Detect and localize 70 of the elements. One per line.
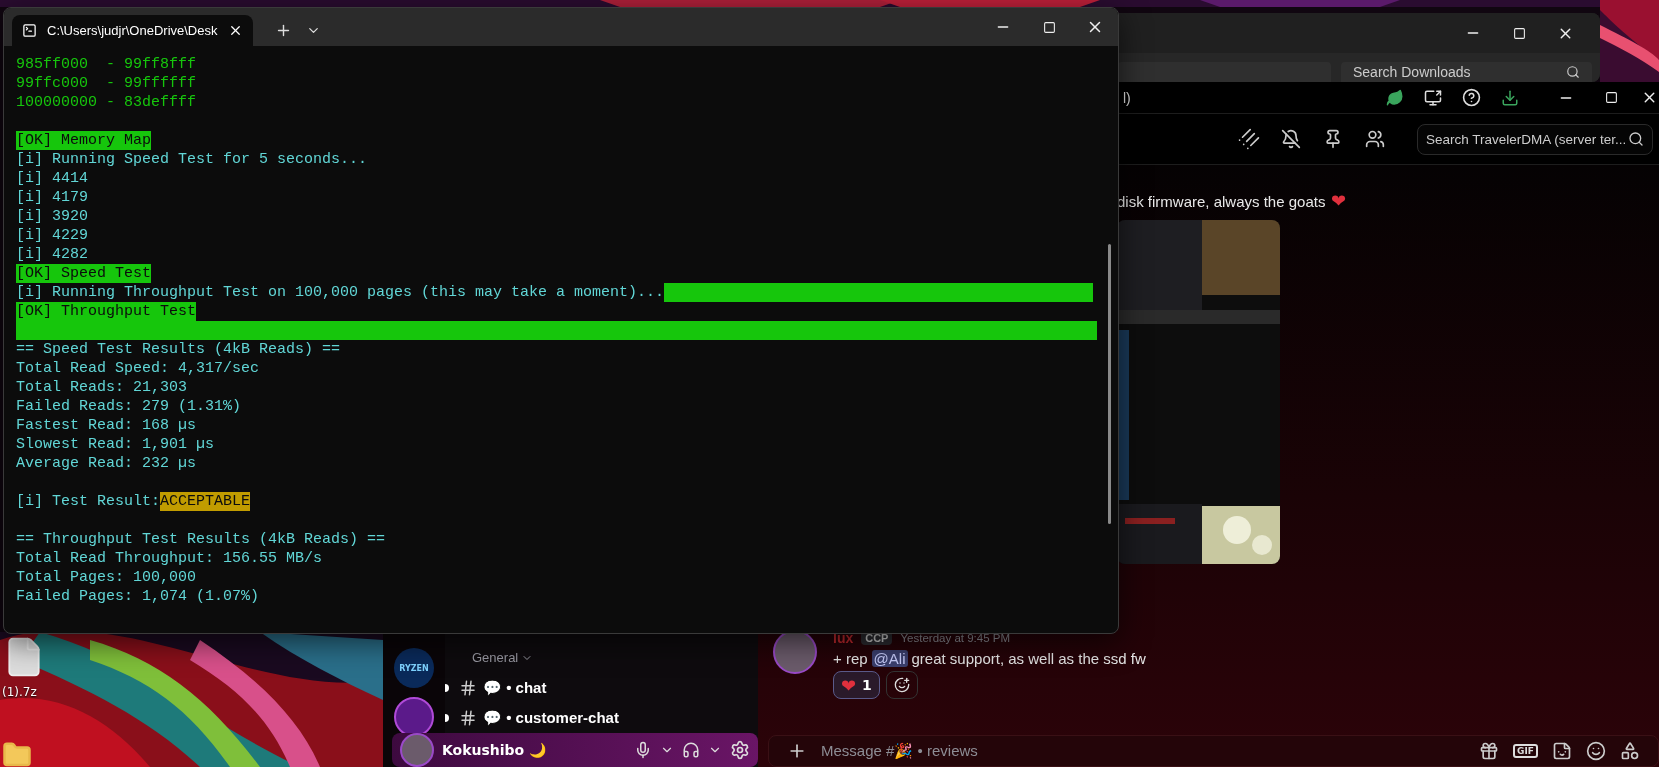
timestamp: Yesterday at 9:45 PM xyxy=(900,632,1010,644)
reaction-button[interactable]: ❤ 1 xyxy=(833,671,880,699)
search-field[interactable]: Search Downloads xyxy=(1341,62,1592,82)
hash-icon xyxy=(459,679,477,697)
terminal-line: Total Read Speed: 4,317/sec xyxy=(16,359,260,378)
search-field[interactable]: Search TravelerDMA (server ter... xyxy=(1417,123,1653,155)
microphone-icon[interactable] xyxy=(634,741,652,759)
settings-icon[interactable] xyxy=(730,740,750,760)
terminal-line: 100000000 - 83deffff xyxy=(16,93,197,112)
terminal-line: [i] 3920 xyxy=(16,207,88,226)
maximize-icon[interactable] xyxy=(1512,26,1526,40)
avatar[interactable] xyxy=(400,733,434,767)
gift-icon[interactable] xyxy=(1479,741,1500,761)
terminal-line: 99ffc000 - 99ffffff xyxy=(16,74,197,93)
hash-icon xyxy=(459,709,477,727)
terminal-line: 985ff000 - 99ff8fff xyxy=(16,55,197,74)
terminal-line: [i] Test Result: xyxy=(16,492,161,511)
terminal-line: Fastest Read: 168 µs xyxy=(16,416,197,435)
terminal-line: == Throughput Test Results (4kB Reads) == xyxy=(16,530,386,549)
terminal-line: [i] Running Throughput Test on 100,000 pages (this may take a moment)... xyxy=(16,283,665,302)
message-field[interactable]: Message #🎉 • reviews GIF xyxy=(768,735,1659,767)
terminal-line: Total Reads: 21,303 xyxy=(16,378,188,397)
terminal-icon xyxy=(22,23,37,38)
headphones-icon[interactable] xyxy=(682,741,700,759)
search-icon xyxy=(1566,65,1580,79)
server-icon[interactable]: RYZEN xyxy=(394,648,434,688)
terminal-line: == Speed Test Results (4kB Reads) == xyxy=(16,340,341,359)
emoji-icon[interactable] xyxy=(1586,741,1606,761)
folder-icon[interactable] xyxy=(2,740,32,767)
help-icon[interactable] xyxy=(1462,88,1481,107)
leaf-icon[interactable] xyxy=(1386,88,1404,107)
window-title: l) xyxy=(1123,89,1131,106)
search-icon xyxy=(1628,131,1644,147)
desktop-label: (1).7z xyxy=(2,685,37,699)
terminal-line: Slowest Read: 1,901 µs xyxy=(16,435,215,454)
gif-button[interactable]: GIF xyxy=(1513,744,1538,758)
message-text: great support, as well as the ssd fw xyxy=(911,650,1146,667)
terminal-line: [i] 4229 xyxy=(16,226,88,245)
status-label: [OK] Memory Map xyxy=(16,131,152,150)
category-label[interactable]: General xyxy=(472,650,758,665)
bell-off-icon[interactable] xyxy=(1281,129,1301,149)
message-text: + rep xyxy=(833,650,868,667)
terminal-tab[interactable]: C:\Users\judjr\OneDrive\Desk xyxy=(12,15,253,46)
members-icon[interactable] xyxy=(1365,129,1385,149)
result-badge: ACCEPTABLE xyxy=(160,492,251,511)
terminal-line: Average Read: 232 µs xyxy=(16,454,197,473)
terminal-line: Total Pages: 100,000 xyxy=(16,568,197,587)
user-name[interactable]: Kokushibo 🌙 xyxy=(442,742,626,758)
terminal-line: Failed Reads: 279 (1.31%) xyxy=(16,397,242,416)
smile-plus-icon xyxy=(893,677,910,693)
terminal-line: [i] 4414 xyxy=(16,169,88,188)
scrollbar-thumb[interactable] xyxy=(1108,244,1111,524)
download-icon[interactable] xyxy=(1501,88,1519,107)
pin-icon[interactable] xyxy=(1323,129,1343,149)
status-label: [OK] Speed Test xyxy=(16,264,152,283)
sticker-icon[interactable] xyxy=(1552,741,1572,761)
add-reaction-button[interactable] xyxy=(885,671,918,699)
maximize-icon[interactable] xyxy=(1042,20,1056,34)
terminal-line: [i] Running Speed Test for 5 seconds... xyxy=(16,150,368,169)
maximize-icon[interactable] xyxy=(1604,91,1618,104)
terminal-line: Total Read Throughput: 156.55 MB/s xyxy=(16,549,323,568)
terminal-line: Failed Pages: 1,074 (1.07%) xyxy=(16,587,260,606)
apps-icon[interactable] xyxy=(1620,741,1640,761)
heart-emoji: ❤ xyxy=(1331,190,1347,212)
address-field[interactable] xyxy=(1118,62,1331,82)
status-label: [OK] Throughput Test xyxy=(16,302,197,321)
screen-icon[interactable] xyxy=(1424,88,1442,107)
terminal-line: [i] 4282 xyxy=(16,245,88,264)
mention-link[interactable]: @Ali xyxy=(871,650,908,667)
terminal-line: [i] 4179 xyxy=(16,188,88,207)
